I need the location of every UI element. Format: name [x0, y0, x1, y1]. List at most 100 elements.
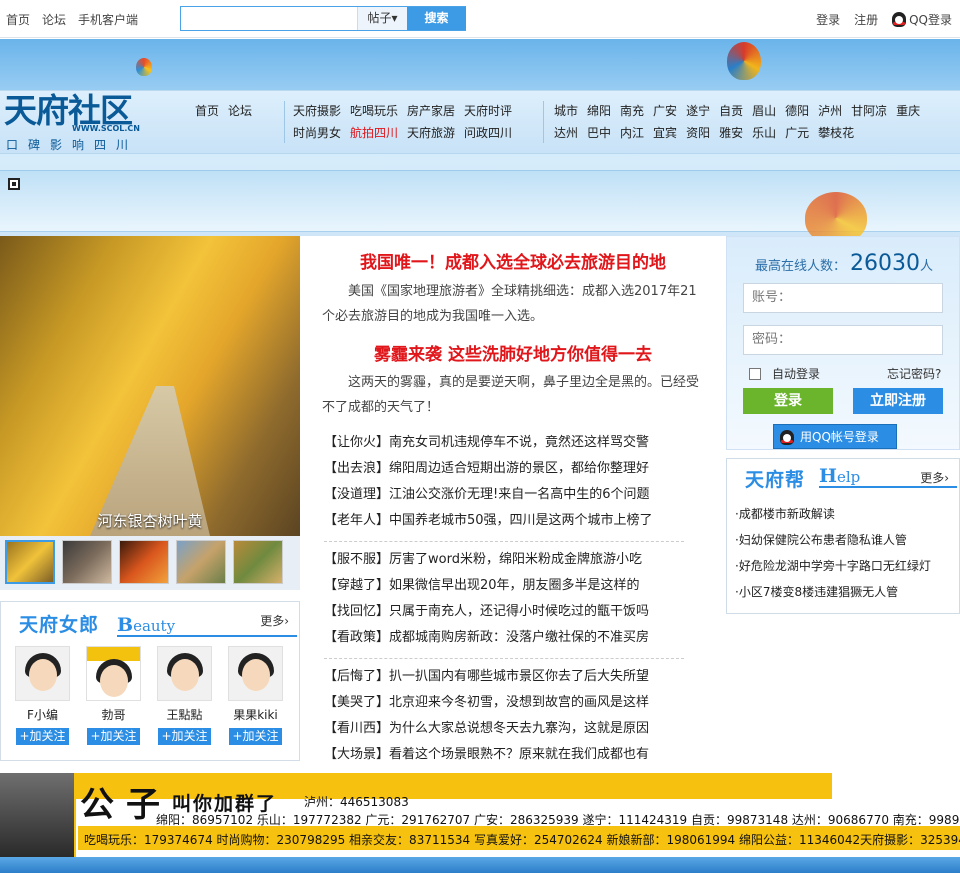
nav-city[interactable]: 南充 [620, 100, 644, 122]
nav-city[interactable]: 广安 [653, 100, 677, 122]
nav-city[interactable]: 巴中 [587, 122, 611, 144]
search-input[interactable] [181, 7, 357, 30]
nav-city[interactable]: 资阳 [686, 122, 710, 144]
help-more-link[interactable]: 更多› [920, 469, 949, 486]
follow-button[interactable]: +加关注 [158, 728, 211, 745]
nav-city[interactable]: 广元 [785, 122, 809, 144]
nav-city[interactable]: 重庆 [896, 100, 920, 122]
account-field[interactable]: 账号： [743, 283, 943, 313]
help-item[interactable]: ·妇幼保健院公布患者隐私谁人管 [735, 527, 955, 553]
nav-channel-highlight[interactable]: 航拍四川 [350, 122, 398, 144]
nav-channel[interactable]: 吃喝玩乐 [350, 100, 398, 122]
top-link-forum[interactable]: 论坛 [42, 11, 66, 28]
photo-carousel[interactable]: 河东银杏树叶黄 [0, 236, 300, 536]
auto-login-label: 自动登录 [772, 367, 821, 381]
news-item[interactable]: 【让你火】南充女司机违规停车不说，竟然还这样骂交警 [324, 430, 684, 456]
person-name[interactable]: 王點點 [157, 706, 212, 724]
top-bar: 首页 论坛 手机客户端 帖子▾ 搜索 登录 注册 QQ登录 [0, 0, 960, 38]
help-item[interactable]: ·小区7楼变8楼违建猖獗无人管 [735, 579, 955, 605]
nav-city[interactable]: 乐山 [752, 122, 776, 144]
news-list-1: 【让你火】南充女司机违规停车不说，竟然还这样骂交警 【出去浪】绵阳周边适合短期出… [324, 430, 684, 534]
nav-city[interactable]: 达州 [554, 122, 578, 144]
news-item[interactable]: 【大场景】看着这个场景眼熟不？原来就在我们成都也有 [324, 742, 684, 768]
qq-login-button[interactable]: 用QQ帐号登录 [773, 424, 897, 449]
search-button[interactable]: 搜索 [407, 7, 466, 30]
thumbnail[interactable] [62, 540, 112, 584]
password-field[interactable]: 密码： [743, 325, 943, 355]
headline-1[interactable]: 我国唯一！成都入选全球必去旅游目的地 [318, 248, 708, 273]
headline-2[interactable]: 雾霾来袭 这些洗肺好地方你值得一去 [318, 340, 708, 365]
nav-city[interactable]: 遂宁 [686, 100, 710, 122]
top-link-mobile[interactable]: 手机客户端 [78, 11, 138, 28]
thumbnail[interactable] [119, 540, 169, 584]
help-item[interactable]: ·成都楼市新政解读 [735, 501, 955, 527]
banner-line-1: 泸州：446513083 [304, 795, 409, 809]
forgot-password-link[interactable]: 忘记密码? [887, 365, 941, 382]
follow-button[interactable]: +加关注 [229, 728, 282, 745]
nav-channel[interactable]: 房产家居 [407, 100, 455, 122]
avatar[interactable] [157, 646, 212, 701]
group-banner[interactable]: 公子 叫你加群了 泸州：446513083 绵阳：86957102 乐山：197… [0, 773, 960, 857]
balloon-icon [136, 58, 152, 76]
auto-login-checkbox[interactable] [749, 368, 761, 380]
top-link-home[interactable]: 首页 [6, 11, 30, 28]
follow-button[interactable]: +加关注 [16, 728, 69, 745]
nav-channel[interactable]: 问政四川 [464, 122, 512, 144]
nav-city[interactable]: 自贡 [719, 100, 743, 122]
nav-city[interactable]: 绵阳 [587, 100, 611, 122]
nav-channel[interactable]: 天府摄影 [293, 100, 341, 122]
nav-channel[interactable]: 天府旅游 [407, 122, 455, 144]
thumbnail[interactable] [5, 540, 55, 584]
news-item[interactable]: 【没道理】江油公交涨价无理!来自一名高中生的6个问题 [324, 482, 684, 508]
beauty-people: F小编 +加关注 勃哥 +加关注 王點點 +加关注 果果kiki +加关注 [15, 646, 283, 745]
news-item[interactable]: 【服不服】厉害了word米粉，绵阳米粉成金牌旅游小吃 [324, 547, 684, 573]
nav-channel[interactable]: 天府时评 [464, 100, 512, 122]
person-name[interactable]: 勃哥 [86, 706, 141, 724]
avatar[interactable] [15, 646, 70, 701]
nav-city[interactable]: 宜宾 [653, 122, 677, 144]
login-link[interactable]: 登录 [816, 11, 840, 28]
nav-city[interactable]: 城市 [554, 100, 578, 122]
news-item[interactable]: 【美哭了】北京迎来今冬初雪，没想到故宫的画风是这样 [324, 690, 684, 716]
news-item[interactable]: 【后悔了】扒一扒国内有哪些城市景区你去了后大失所望 [324, 664, 684, 690]
person-name[interactable]: F小编 [15, 706, 70, 724]
news-item[interactable]: 【老年人】中国养老城市50强，四川是这两个城市上榜了 [324, 508, 684, 534]
help-subtitle: Help [819, 465, 861, 487]
thumbnail[interactable] [233, 540, 283, 584]
nav-city[interactable]: 雅安 [719, 122, 743, 144]
qq-login-link[interactable]: QQ登录 [892, 11, 952, 28]
nav-home-link[interactable]: 首页 [195, 100, 219, 122]
qq-icon [892, 12, 907, 27]
online-count: 最高在线人数： 26030人 [754, 251, 934, 276]
news-item[interactable]: 【看政策】成都城南购房新政：没落户缴社保的不准买房 [324, 625, 684, 651]
nav-city[interactable]: 攀枝花 [818, 122, 854, 144]
beauty-more-link[interactable]: 更多› [260, 612, 289, 629]
news-list-3: 【后悔了】扒一扒国内有哪些城市景区你去了后大失所望 【美哭了】北京迎来今冬初雪，… [324, 664, 684, 768]
help-item[interactable]: ·好危险龙湖中学旁十字路口无红绿灯 [735, 553, 955, 579]
search-type-select[interactable]: 帖子▾ [357, 7, 407, 30]
follow-button[interactable]: +加关注 [87, 728, 140, 745]
nav-city[interactable]: 甘阿凉 [851, 100, 887, 122]
login-button[interactable]: 登录 [743, 388, 833, 414]
site-logo[interactable]: 天府社区 WWW.SCOL.CN 口碑影响四川 [4, 94, 154, 153]
nav-forum-link[interactable]: 论坛 [228, 100, 252, 122]
carousel-caption[interactable]: 河东银杏树叶黄 [0, 510, 300, 531]
person-name[interactable]: 果果kiki [228, 706, 283, 724]
person-card: F小编 +加关注 [15, 646, 70, 745]
news-item[interactable]: 【穿越了】如果微信早出现20年，朋友圈多半是这样的 [324, 573, 684, 599]
news-item[interactable]: 【找回忆】只属于南充人，还记得小时候吃过的甑干饭吗 [324, 599, 684, 625]
news-item[interactable]: 【出去浪】绵阳周边适合短期出游的景区，都给你整理好 [324, 456, 684, 482]
nav-city[interactable]: 内江 [620, 122, 644, 144]
news-item[interactable]: 【看川西】为什么大家总说想冬天去九寨沟，这就是原因 [324, 716, 684, 742]
qr-code-icon[interactable] [8, 178, 20, 190]
register-button[interactable]: 立即注册 [853, 388, 943, 414]
nav-city[interactable]: 泸州 [818, 100, 842, 122]
nav-channel[interactable]: 时尚男女 [293, 122, 341, 144]
avatar[interactable] [228, 646, 283, 701]
qq-login-label: QQ登录 [909, 13, 952, 27]
nav-city[interactable]: 眉山 [752, 100, 776, 122]
register-link[interactable]: 注册 [854, 11, 878, 28]
avatar[interactable] [86, 646, 141, 701]
thumbnail[interactable] [176, 540, 226, 584]
nav-city[interactable]: 德阳 [785, 100, 809, 122]
